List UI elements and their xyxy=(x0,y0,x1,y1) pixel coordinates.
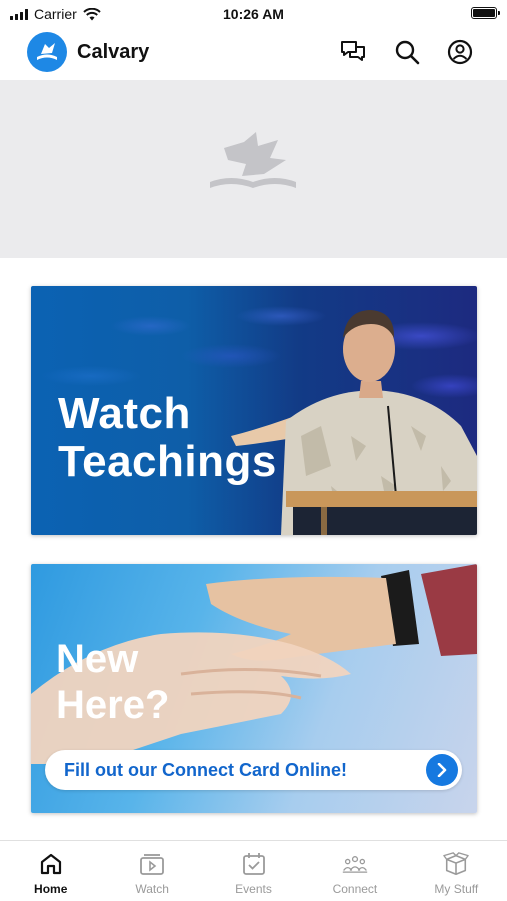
card-title: New Here? xyxy=(56,636,169,728)
connect-card-button[interactable]: Fill out our Connect Card Online! xyxy=(45,750,462,790)
tab-label: Watch xyxy=(135,882,169,896)
chat-icon[interactable] xyxy=(339,38,367,66)
tab-my-stuff[interactable]: My Stuff xyxy=(406,841,507,901)
search-icon[interactable] xyxy=(393,38,421,66)
tab-watch[interactable]: Watch xyxy=(101,841,202,901)
chevron-right-icon[interactable] xyxy=(426,754,458,786)
tab-label: Connect xyxy=(332,882,378,896)
connect-card-label: Fill out our Connect Card Online! xyxy=(64,760,347,780)
video-icon xyxy=(139,851,165,877)
dove-logo-icon xyxy=(37,43,57,60)
tab-label: Events xyxy=(235,882,272,896)
account-icon[interactable] xyxy=(446,38,474,66)
card-title-line2: Here? xyxy=(56,683,170,727)
status-bar: Carrier 10:26 AM xyxy=(0,0,507,28)
watch-teachings-card[interactable]: Watch Teachings xyxy=(31,286,477,535)
card-title-line2: Teachings xyxy=(58,437,277,486)
calendar-icon xyxy=(241,851,267,877)
group-icon xyxy=(342,851,368,877)
bottom-tab-bar: Home Watch Events Connect My Stuff xyxy=(0,840,507,901)
home-icon xyxy=(38,851,64,877)
tab-home[interactable]: Home xyxy=(0,841,101,901)
status-time: 10:26 AM xyxy=(223,6,284,22)
brand-name: Calvary xyxy=(77,41,150,63)
tab-connect[interactable]: Connect xyxy=(304,841,405,901)
card-title-line1: New xyxy=(56,637,139,681)
card-title: Watch Teachings xyxy=(58,390,277,486)
box-icon xyxy=(443,851,470,877)
tab-label: My Stuff xyxy=(434,882,479,896)
hero-banner[interactable] xyxy=(0,80,507,258)
tab-label: Home xyxy=(34,882,68,896)
battery-icon xyxy=(471,7,500,19)
new-here-card[interactable]: New Here? Fill out our Connect Card Onli… xyxy=(31,564,477,813)
app-logo[interactable] xyxy=(27,32,67,72)
app-header: Calvary xyxy=(0,28,507,80)
card-title-line1: Watch xyxy=(58,389,191,438)
tab-events[interactable]: Events xyxy=(203,841,304,901)
dove-bible-icon xyxy=(210,132,296,188)
